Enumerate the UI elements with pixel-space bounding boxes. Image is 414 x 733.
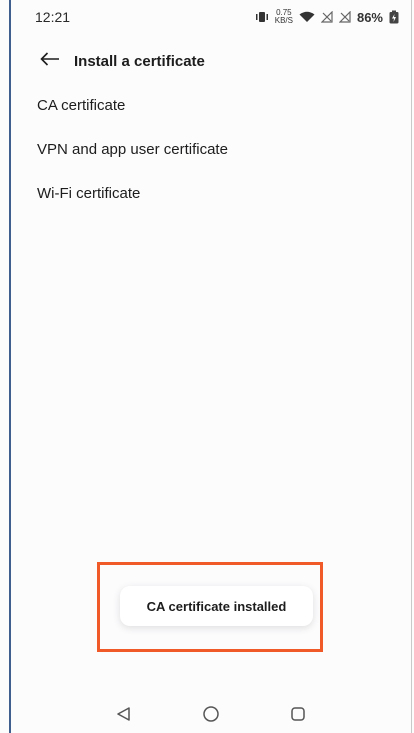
- nav-back-button[interactable]: [109, 702, 139, 732]
- navigation-bar: [11, 700, 411, 733]
- network-speed-unit: KB/S: [274, 16, 293, 25]
- list-item-label: VPN and app user certificate: [37, 140, 228, 158]
- nav-home-button[interactable]: [196, 702, 226, 732]
- recents-square-icon: [290, 706, 306, 727]
- vibrate-icon: [255, 11, 269, 23]
- list-item-ca-certificate[interactable]: CA certificate: [11, 83, 411, 127]
- screen: 12:21 0.75 KB/S 86% Install a certificat…: [0, 0, 414, 733]
- back-triangle-icon: [116, 706, 132, 727]
- battery-icon: [389, 10, 399, 24]
- toast-message: CA certificate installed: [120, 586, 313, 626]
- list-item-label: Wi-Fi certificate: [37, 184, 141, 202]
- list-item-vpn-app-user-certificate[interactable]: VPN and app user certificate: [11, 127, 411, 171]
- network-speed: 0.75 KB/S: [275, 9, 293, 25]
- status-time: 12:21: [35, 9, 71, 25]
- app-bar: Install a certificate: [11, 40, 411, 82]
- no-signal-icon: [338, 11, 351, 23]
- status-icons: 0.75 KB/S 86%: [255, 9, 399, 25]
- status-bar: 12:21 0.75 KB/S 86%: [11, 0, 411, 34]
- list-item-wifi-certificate[interactable]: Wi-Fi certificate: [11, 171, 411, 215]
- back-button[interactable]: [29, 40, 71, 82]
- battery-percent: 86%: [356, 9, 383, 25]
- arrow-left-icon: [40, 51, 60, 71]
- nav-recents-button[interactable]: [283, 702, 313, 732]
- home-circle-icon: [202, 705, 220, 728]
- toast-text: CA certificate installed: [146, 598, 287, 614]
- certificate-type-list: CA certificate VPN and app user certific…: [11, 83, 411, 215]
- no-signal-icon: [320, 11, 333, 23]
- page-title: Install a certificate: [74, 52, 205, 70]
- wifi-icon: [299, 11, 315, 23]
- list-item-label: CA certificate: [37, 96, 126, 114]
- window-edge-right: [411, 0, 412, 733]
